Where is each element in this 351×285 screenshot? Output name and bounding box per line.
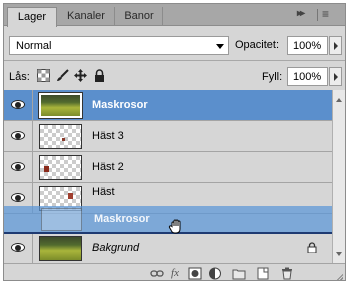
eye-icon — [11, 193, 25, 202]
grab-hand-cursor-icon — [168, 219, 181, 234]
blend-mode-select[interactable]: Normal — [9, 36, 229, 55]
lock-label: Lås: — [9, 71, 30, 83]
layer-style-fx-icon[interactable]: fx — [168, 267, 182, 280]
new-layer-icon[interactable] — [256, 267, 270, 280]
panel-menu-controls: ▸▸ ≡ — [291, 7, 341, 22]
horse-mark — [68, 193, 73, 199]
fill-field[interactable]: 100% — [287, 67, 328, 86]
opacity-field[interactable]: 100% — [287, 36, 328, 55]
eye-icon — [11, 243, 25, 252]
chevron-down-icon — [216, 44, 224, 49]
layer-name: Häst — [92, 186, 115, 198]
adjustment-layer-icon[interactable] — [208, 267, 222, 280]
layer-toolbar: fx — [4, 263, 345, 280]
layer-row-hast-2[interactable]: Häst 2 — [4, 152, 332, 183]
lock-transparent-pixels-icon[interactable] — [37, 69, 50, 82]
add-layer-mask-icon[interactable] — [188, 267, 202, 280]
panel-tab-bar: Lager Kanaler Banor ▸▸ ≡ — [4, 4, 345, 27]
layer-name: Bakgrund — [92, 242, 140, 254]
tab-banor[interactable]: Banor — [116, 7, 163, 26]
opacity-slider-button[interactable] — [329, 36, 342, 55]
lock-position-move-icon[interactable] — [74, 69, 87, 82]
eye-icon — [11, 131, 25, 140]
horse-mark — [44, 166, 49, 172]
blend-row: Normal Opacitet: 100% — [4, 32, 345, 56]
lock-image-pixels-brush-icon[interactable] — [56, 69, 69, 82]
visibility-toggle[interactable] — [4, 90, 33, 120]
layer-thumbnail — [39, 236, 82, 261]
scroll-down-icon[interactable] — [336, 252, 342, 256]
trash-icon[interactable] — [280, 267, 294, 280]
new-group-folder-icon[interactable] — [232, 267, 246, 280]
visibility-toggle[interactable] — [4, 233, 33, 263]
visibility-toggle[interactable] — [4, 121, 33, 151]
tab-kanaler[interactable]: Kanaler — [58, 7, 115, 26]
fill-slider-button[interactable] — [329, 67, 342, 86]
fill-label: Fyll: — [262, 71, 283, 83]
layer-name: Maskrosor — [92, 99, 148, 111]
divider — [317, 9, 318, 21]
layer-list: Maskrosor Häst 3 Häst 2 Häst Bakgrund — [4, 90, 332, 264]
layer-row-bakgrund[interactable]: Bakgrund — [4, 233, 332, 264]
layer-row-hast-3[interactable]: Häst 3 — [4, 121, 332, 152]
horse-mark — [62, 138, 65, 141]
layer-name: Häst 3 — [92, 130, 124, 142]
opacity-label: Opacitet: — [235, 39, 280, 51]
resize-grip-icon[interactable] — [335, 273, 343, 280]
panel-menu-icon[interactable]: ≡ — [322, 7, 329, 21]
layer-thumbnail — [39, 155, 82, 180]
link-layers-icon[interactable] — [150, 267, 164, 280]
layers-panel: Lager Kanaler Banor ▸▸ ≡ Normal Opacitet… — [3, 3, 346, 281]
layer-row-maskrosor[interactable]: Maskrosor — [4, 90, 332, 121]
layer-thumbnail — [39, 186, 82, 211]
eye-icon — [11, 162, 25, 171]
layer-name: Häst 2 — [92, 161, 124, 173]
layer-list-scrollbar[interactable] — [332, 90, 345, 264]
layer-row-hast[interactable]: Häst — [4, 183, 332, 214]
lock-row: Lås: Fyll: 100% — [4, 62, 345, 88]
scroll-up-icon[interactable] — [336, 98, 342, 102]
layer-thumbnail — [38, 92, 83, 119]
collapse-arrows-icon[interactable]: ▸▸ — [297, 8, 305, 19]
blend-mode-value: Normal — [16, 40, 52, 52]
lock-all-padlock-icon[interactable] — [93, 69, 106, 82]
lock-icon — [307, 242, 317, 253]
divider — [4, 60, 345, 61]
eye-icon — [11, 100, 25, 109]
visibility-toggle[interactable] — [4, 183, 33, 213]
tab-lager[interactable]: Lager — [7, 7, 57, 27]
layer-thumbnail — [39, 124, 82, 149]
visibility-toggle[interactable] — [4, 152, 33, 182]
